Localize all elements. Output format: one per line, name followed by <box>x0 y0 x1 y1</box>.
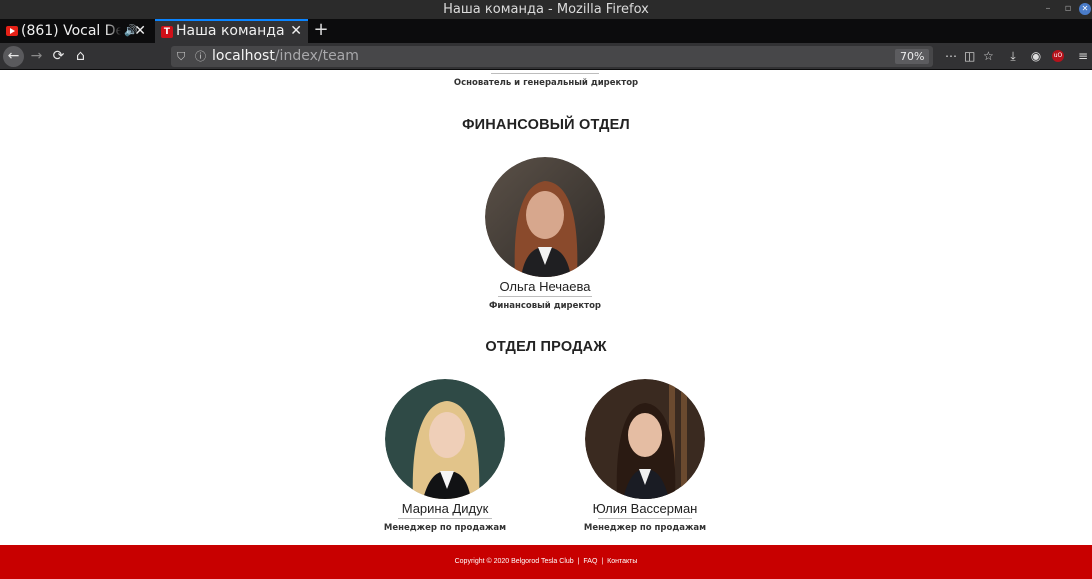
navigation-toolbar: ← → ⟳ ⌂ ⛉ ⓘ localhost/index/team 70% ⋯ ◫… <box>0 43 1092 70</box>
window-titlebar: Наша команда - Mozilla Firefox – ▫ ✕ <box>0 0 1092 19</box>
shield-icon[interactable]: ⛉ <box>177 46 185 67</box>
member-role: Менеджер по продажам <box>383 523 507 533</box>
divider <box>598 518 692 519</box>
zoom-indicator[interactable]: 70% <box>895 49 930 64</box>
tab-label: Наша команда <box>176 23 285 39</box>
page-content: Основатель и генеральный директор ФИНАНС… <box>0 71 1092 545</box>
member-name: Марина Дидук <box>401 501 489 516</box>
tab-team[interactable]: T Наша команда ✕ <box>155 19 308 43</box>
menu-icon[interactable]: ≡ <box>1074 46 1092 67</box>
back-icon[interactable]: ← <box>3 46 24 67</box>
separator: | <box>601 558 604 565</box>
member-name: Ольга Нечаева <box>499 279 591 294</box>
team-member-card: Юлия Вассерман Менеджер по продажам <box>545 379 745 533</box>
copyright-text: Copyright © 2020 Belgorod Tesla Club <box>454 558 574 565</box>
member-photo <box>385 379 505 499</box>
member-role: Основатель и генеральный директор <box>453 78 639 88</box>
url-path: /index/team <box>274 48 359 64</box>
url-bar[interactable]: ⛉ ⓘ localhost/index/team 70% ⋯ ◫ ☆ <box>171 46 994 67</box>
department-title-finance: ФИНАНСОВЫЙ ОТДЕЛ <box>462 117 630 133</box>
team-member-card: Ольга Нечаева Финансовый директор <box>445 157 645 311</box>
more-icon[interactable]: ⋯ <box>945 46 957 67</box>
maximize-button[interactable]: ▫ <box>1061 0 1075 19</box>
tab-bar: (861) Vocal Deep House 🔊 ✕ T Наша команд… <box>0 19 1092 43</box>
member-photo <box>485 157 605 277</box>
tab-close-button[interactable]: ✕ <box>290 21 302 42</box>
minimize-button[interactable]: – <box>1041 0 1055 19</box>
bookmark-star-icon[interactable]: ☆ <box>983 46 994 67</box>
team-member-card: Марина Дидук Менеджер по продажам <box>345 379 545 533</box>
info-icon[interactable]: ⓘ <box>195 46 206 67</box>
new-tab-button[interactable]: + <box>313 19 329 43</box>
home-icon[interactable]: ⌂ <box>70 46 91 67</box>
url-text[interactable]: localhost/index/team <box>212 46 359 67</box>
ublock-icon[interactable]: uO <box>1052 50 1064 62</box>
divider <box>398 518 492 519</box>
reload-icon[interactable]: ⟳ <box>48 46 69 67</box>
window-title: Наша команда - Mozilla Firefox <box>443 2 649 17</box>
close-window-button[interactable]: ✕ <box>1079 3 1091 15</box>
member-photo <box>585 379 705 499</box>
divider <box>498 296 592 297</box>
youtube-icon <box>6 26 18 36</box>
pocket-icon[interactable]: ◫ <box>964 46 975 67</box>
member-role: Менеджер по продажам <box>583 523 707 533</box>
tesla-icon: T <box>161 26 173 38</box>
separator: | <box>577 558 580 565</box>
member-role: Финансовый директор <box>488 301 601 311</box>
extension-icon[interactable]: ◉ <box>1027 46 1045 67</box>
forward-icon[interactable]: → <box>26 46 47 67</box>
tab-youtube[interactable]: (861) Vocal Deep House 🔊 ✕ <box>0 19 152 43</box>
member-name: Юлия Вассерман <box>592 501 698 516</box>
faq-link[interactable]: FAQ <box>583 558 597 565</box>
divider <box>491 73 599 74</box>
url-host: localhost <box>212 48 275 64</box>
tab-close-button[interactable]: ✕ <box>134 19 146 43</box>
tab-label: (861) Vocal Deep House <box>21 23 121 39</box>
download-icon[interactable]: ⤓ <box>1004 46 1022 67</box>
department-title-sales: ОТДЕЛ ПРОДАЖ <box>485 339 607 355</box>
contacts-link[interactable]: Контакты <box>607 558 637 565</box>
site-footer: Copyright © 2020 Belgorod Tesla Club | F… <box>0 545 1092 579</box>
